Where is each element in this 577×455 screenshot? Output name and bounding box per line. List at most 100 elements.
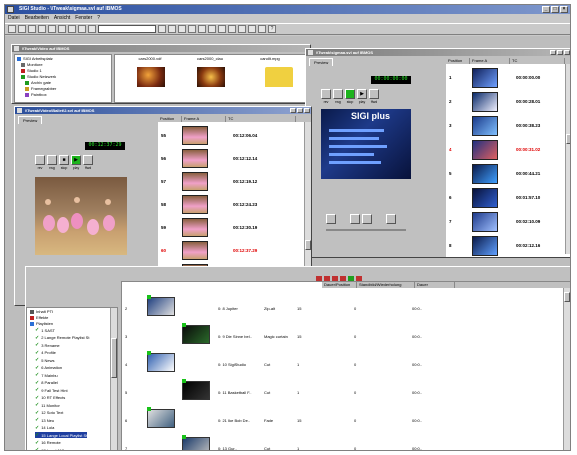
- last-button[interactable]: [386, 214, 396, 224]
- tree-item-playlist[interactable]: ✓ 2 Lange Remote Playlist St: [35, 335, 89, 341]
- clip-row[interactable]: 6 00:01:57.10: [446, 186, 570, 210]
- tree-item-playlist[interactable]: ✓ 11 Monitor: [35, 402, 60, 408]
- tab-preview[interactable]: Preview: [18, 116, 43, 124]
- folder-icon[interactable]: [265, 67, 293, 87]
- clip-thumbnail[interactable]: [182, 437, 210, 450]
- video-file-thumb-2[interactable]: [197, 67, 225, 87]
- scroll-thumb[interactable]: [564, 292, 570, 302]
- dropdown-icon[interactable]: [158, 25, 166, 33]
- tree-item-playlist[interactable]: ✓ 7 Mainbu: [35, 372, 58, 378]
- scroll-thumb[interactable]: [111, 338, 117, 378]
- clip-row[interactable]: 4 00:00:31.02: [446, 138, 570, 162]
- frame-thumbnail[interactable]: [472, 212, 498, 232]
- menu-fenster[interactable]: Fenster: [75, 14, 92, 23]
- tree-item-monitore[interactable]: Monitore: [21, 62, 43, 67]
- playlist-row[interactable]: 2 0: 8 Jupiter Zip-alt 15 0 00:0..: [122, 294, 570, 322]
- cut-icon[interactable]: [38, 25, 46, 33]
- maximize-button[interactable]: [297, 108, 303, 113]
- tree-item-arbeitsplatz[interactable]: SIGI Arbeitsplatz: [17, 56, 53, 61]
- first-button[interactable]: [326, 214, 336, 224]
- clip-thumbnail[interactable]: [182, 325, 210, 344]
- menu-datei[interactable]: Datei: [8, 14, 20, 23]
- toolbar-combo[interactable]: [98, 25, 156, 33]
- cascade-icon[interactable]: [198, 25, 206, 33]
- step-back-button[interactable]: [333, 89, 343, 99]
- frame-thumbnail[interactable]: [182, 172, 208, 191]
- tree-item-playlist[interactable]: ✓ 6 Animation: [35, 365, 62, 371]
- playlist-row[interactable]: 5 0: 11 Basketball F.. Cut 1 0 00:0..: [122, 378, 570, 406]
- clip-row[interactable]: 8 00:02:12.16: [446, 234, 570, 257]
- clip-thumbnail[interactable]: [182, 381, 210, 400]
- browser-titlebar[interactable]: \\Tweak\Video auf IBMOS: [12, 45, 310, 52]
- tree-item-effekte[interactable]: Effekte: [30, 315, 48, 320]
- frame-thumbnail[interactable]: [472, 236, 498, 256]
- frame-thumbnail[interactable]: [472, 92, 498, 112]
- stop-button[interactable]: [345, 89, 355, 99]
- scroll-thumb[interactable]: [305, 240, 311, 250]
- playlist-row[interactable]: 3 0: 9 Die Sinne bel.. Magic curtain 15 0 00:…: [122, 322, 570, 350]
- tree-item-playlist[interactable]: ✓ 4 Profile: [35, 350, 56, 356]
- rewind-button[interactable]: [321, 89, 331, 99]
- col-duration[interactable]: Dauer/Position: [322, 282, 357, 288]
- col-tc[interactable]: TC: [510, 58, 565, 64]
- save-icon[interactable]: [28, 25, 36, 33]
- frame-thumbnail[interactable]: [472, 164, 498, 184]
- menu-help[interactable]: ?: [97, 14, 100, 23]
- tree-item-playlist[interactable]: ✓ 17 Local 117: [35, 447, 64, 450]
- minimize-button[interactable]: [290, 108, 296, 113]
- list-icon[interactable]: [228, 25, 236, 33]
- tree-item-playlist[interactable]: ✓ 8 Parallel: [35, 380, 58, 386]
- frame-thumbnail[interactable]: [182, 126, 208, 145]
- menu-bearbeiten[interactable]: Bearbeiten: [25, 14, 49, 23]
- tree-item-playlist[interactable]: ✓ 15 Lange Local Playlist St: [35, 432, 88, 438]
- step-back-button[interactable]: [47, 155, 57, 165]
- properties-icon[interactable]: [188, 25, 196, 33]
- tree-item-playlist[interactable]: ✓ 3 Rename: [35, 342, 60, 348]
- clip-row[interactable]: 56 00:12:12.14: [158, 147, 311, 170]
- maximize-button[interactable]: [557, 50, 563, 55]
- redo-icon[interactable]: [88, 25, 96, 33]
- menu-ansicht[interactable]: Ansicht: [54, 14, 70, 23]
- tree-item-playlist[interactable]: ✓ 1 SAST: [35, 327, 55, 333]
- play-button[interactable]: ▶: [71, 155, 81, 165]
- frame-thumbnail[interactable]: [182, 195, 208, 214]
- clip-row[interactable]: 57 00:12:19.12: [158, 170, 311, 193]
- tree-item-playlist[interactable]: ✓ 5 News: [35, 357, 55, 363]
- frame-thumbnail[interactable]: [472, 116, 498, 136]
- frame-thumbnail[interactable]: [472, 68, 498, 88]
- clip-row[interactable]: 60 00:12:37.29: [158, 239, 311, 262]
- app-titlebar[interactable]: SIGI Studio - \\Tweak\sigmaa.svl auf IBM…: [5, 5, 570, 14]
- new-icon[interactable]: [8, 25, 16, 33]
- frame-thumbnail[interactable]: [472, 188, 498, 208]
- monitor-icon[interactable]: [248, 25, 256, 33]
- col-tc[interactable]: TC: [226, 116, 296, 122]
- tree-item-playlist[interactable]: ✓ 16 Remote: [35, 440, 61, 446]
- col-still[interactable]: Standbild/Wiederholung: [357, 282, 415, 288]
- clip-row[interactable]: 3 00:00:38.23: [446, 114, 570, 138]
- tree-item-framegrabber[interactable]: Framegrabber: [25, 86, 56, 91]
- network-icon[interactable]: [258, 25, 266, 33]
- preview-icon[interactable]: [178, 25, 186, 33]
- maximize-button[interactable]: □: [551, 6, 559, 13]
- tree-item-archiv[interactable]: Archiv gate: [25, 80, 51, 85]
- playlist-row[interactable]: 4 0: 10 SigiStudio Cut 1 0 00:0..: [122, 350, 570, 378]
- playlist-titlebar[interactable]: [26, 267, 570, 274]
- open-icon[interactable]: [18, 25, 26, 33]
- video-file-thumb-1[interactable]: [137, 67, 165, 87]
- clip1-titlebar[interactable]: \\Tweak\sigmaa.svl auf IBMOS: [306, 49, 570, 56]
- clip-row[interactable]: 5 00:00:44.21: [446, 162, 570, 186]
- tree-item-netzwerk[interactable]: Studio Netzwerk: [21, 74, 56, 79]
- clip-thumbnail[interactable]: [147, 297, 175, 316]
- undo-icon[interactable]: [78, 25, 86, 33]
- frame-thumbnail[interactable]: [182, 218, 208, 237]
- col-frame[interactable]: Frame A: [182, 116, 226, 122]
- tree-item-playlist[interactable]: ✓ 12 Soto Text: [35, 410, 63, 416]
- rewind-button[interactable]: [35, 155, 45, 165]
- clip-row[interactable]: 59 00:12:30.19: [158, 216, 311, 239]
- tree-item-playlist[interactable]: ✓ 10 RT Effects: [35, 395, 65, 401]
- col-position[interactable]: Position: [158, 116, 182, 122]
- clip-thumbnail[interactable]: [147, 353, 175, 372]
- col-frame[interactable]: Frame A: [470, 58, 510, 64]
- tree-item-playlist[interactable]: ✓ 13 Neu: [35, 417, 54, 423]
- print-icon[interactable]: [168, 25, 176, 33]
